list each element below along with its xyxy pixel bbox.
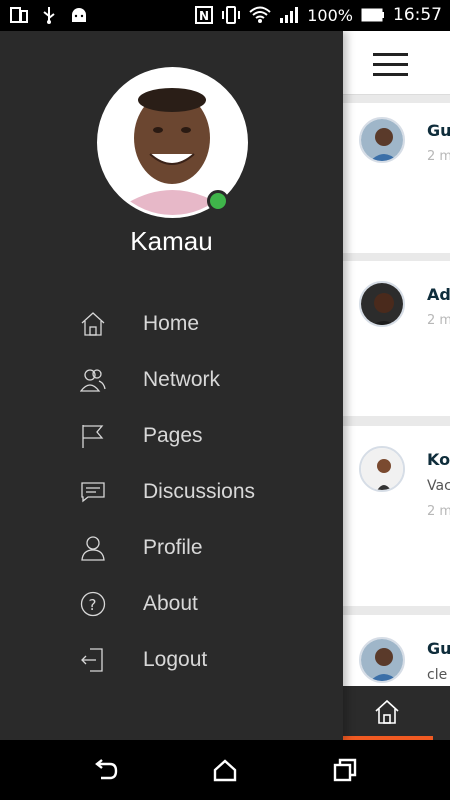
navigation-drawer: Kamau Home Network Pages Discussions Pro… xyxy=(0,31,343,740)
usb-icon xyxy=(43,7,55,24)
home-nav-icon[interactable] xyxy=(212,758,238,782)
menu-item-label: Home xyxy=(143,312,200,335)
avatar xyxy=(359,281,405,327)
feed-item[interactable]: Ko Vac 2 m xyxy=(343,426,450,606)
menu-item-label: Discussions xyxy=(143,480,256,503)
app-bar xyxy=(343,31,450,95)
clock: 16:57 xyxy=(393,5,442,25)
nfc-icon: N xyxy=(195,6,214,24)
battery-icon xyxy=(361,8,384,22)
avatar xyxy=(359,446,405,492)
avatar xyxy=(359,637,405,683)
menu-item-pages[interactable]: Pages xyxy=(0,411,343,461)
recent-apps-icon[interactable] xyxy=(332,758,358,782)
home-icon xyxy=(81,312,105,336)
back-icon[interactable] xyxy=(93,758,119,782)
menu-item-logout[interactable]: Logout xyxy=(0,635,343,685)
battery-level: 100% xyxy=(307,5,353,25)
feed-item[interactable]: Gu 2 m xyxy=(343,103,450,253)
feed-item[interactable]: Ad 2 m xyxy=(343,261,450,416)
feed-item-time: 2 m xyxy=(427,504,450,519)
discussions-icon xyxy=(81,482,105,503)
flag-icon xyxy=(82,425,104,448)
feed-item-time: 2 m xyxy=(427,149,450,164)
user-name: Kamau xyxy=(130,226,213,256)
svg-text:?: ? xyxy=(89,596,97,614)
menu-icon[interactable] xyxy=(373,53,408,77)
menu-item-label: Profile xyxy=(143,536,203,559)
android-icon xyxy=(72,8,86,22)
feed-item-name: Ad xyxy=(427,285,450,304)
online-status-dot xyxy=(207,190,229,212)
feed-item-name: Gu xyxy=(427,121,450,140)
vibrate-icon xyxy=(222,6,241,24)
feed-item-name: Gu xyxy=(427,639,450,658)
menu-item-discussions[interactable]: Discussions xyxy=(0,467,343,517)
menu-item-home[interactable]: Home xyxy=(0,299,343,349)
menu-item-label: Logout xyxy=(143,648,208,671)
menu-item-label: Pages xyxy=(143,424,203,447)
feed-item-text: Vac xyxy=(427,478,450,494)
menu-item-label: Network xyxy=(143,368,221,391)
menu-item-label: About xyxy=(143,592,198,615)
bottom-nav xyxy=(343,686,450,740)
feed-item-text: cle xyxy=(427,667,448,683)
home-tab-icon[interactable] xyxy=(373,698,401,726)
logout-icon xyxy=(81,648,103,672)
avatar xyxy=(359,117,405,163)
profile-icon xyxy=(81,536,105,561)
help-icon: ? xyxy=(80,591,106,617)
menu-item-profile[interactable]: Profile xyxy=(0,523,343,573)
svg-text:N: N xyxy=(199,9,209,23)
menu-item-about[interactable]: ? About xyxy=(0,579,343,629)
menu-item-network[interactable]: Network xyxy=(0,355,343,405)
screen-mirror-icon xyxy=(10,7,28,23)
system-nav-bar xyxy=(0,740,450,800)
wifi-icon xyxy=(249,6,271,23)
feed-item-name: Ko xyxy=(427,450,450,469)
feed-item-time: 2 m xyxy=(427,313,450,328)
signal-icon xyxy=(280,7,299,23)
status-bar: N 100% 16:57 xyxy=(0,0,450,31)
main-content: Gu 2 m Ad 2 m Ko Vac 2 m Gu cle xyxy=(343,31,450,740)
network-icon xyxy=(80,369,106,392)
